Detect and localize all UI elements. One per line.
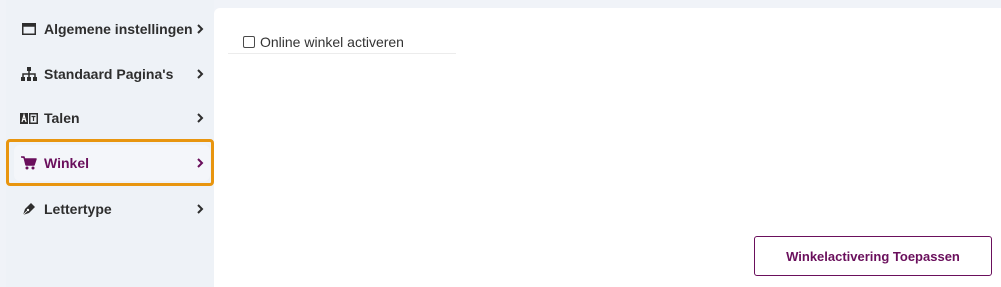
sitemap-icon xyxy=(20,66,38,82)
language-icon xyxy=(20,110,38,126)
sidebar-item-label: Talen xyxy=(44,110,80,126)
online-shop-checkbox[interactable] xyxy=(243,35,255,48)
sidebar-item-label: Algemene instellingen xyxy=(44,21,193,37)
sidebar-item-label: Winkel xyxy=(44,155,89,171)
sidebar-item-winkel[interactable]: Winkel xyxy=(14,145,210,181)
chevron-right-icon xyxy=(194,203,206,215)
apply-shop-activation-button[interactable]: Winkelactivering Toepassen xyxy=(754,236,992,276)
chevron-right-icon xyxy=(194,68,206,80)
sidebar-item-algemene-instellingen[interactable]: Algemene instellingen xyxy=(14,11,210,47)
chevron-right-icon xyxy=(194,23,206,35)
sidebar-item-standaard-paginas[interactable]: Standaard Pagina's xyxy=(14,56,210,92)
top-band xyxy=(214,0,1001,8)
window-icon xyxy=(20,21,38,37)
sidebar-item-label: Standaard Pagina's xyxy=(44,66,174,82)
settings-sidebar: Algemene instellingen Standaard Pagina's… xyxy=(6,0,214,287)
main-panel: Online winkel activeren Winkelactivering… xyxy=(214,8,1001,287)
chevron-right-icon xyxy=(194,112,206,124)
sidebar-item-talen[interactable]: Talen xyxy=(14,100,210,136)
online-shop-checkbox-label: Online winkel activeren xyxy=(260,33,404,50)
sidebar-item-lettertype[interactable]: Lettertype xyxy=(14,191,210,227)
cart-icon xyxy=(20,155,38,171)
online-shop-toggle-row[interactable]: Online winkel activeren xyxy=(228,32,456,54)
pen-icon xyxy=(20,201,38,217)
sidebar-item-label: Lettertype xyxy=(44,201,112,217)
chevron-right-icon xyxy=(194,157,206,169)
